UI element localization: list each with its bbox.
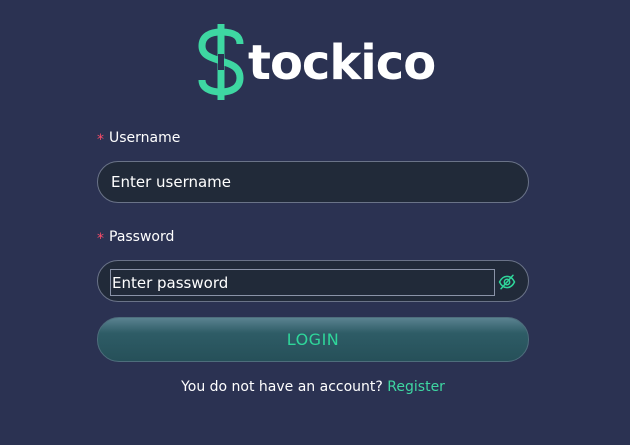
password-label: * Password [97, 227, 529, 247]
brand-name: tockico [248, 35, 436, 91]
login-button[interactable]: LOGIN [97, 317, 529, 362]
username-label-text: Username [109, 130, 181, 146]
register-link[interactable]: Register [387, 379, 445, 395]
username-field-wrapper [97, 161, 529, 203]
register-prompt: You do not have an account? [181, 379, 383, 395]
brand-logo: tockico [196, 22, 436, 102]
password-input[interactable] [110, 269, 495, 296]
username-input[interactable] [98, 162, 528, 202]
eye-slash-icon[interactable] [498, 273, 516, 291]
register-row: You do not have an account? Register [97, 379, 529, 395]
password-field-wrapper [97, 260, 529, 302]
required-mark: * [97, 132, 104, 148]
dollar-logo-icon [198, 24, 244, 100]
username-label: * Username [97, 128, 529, 148]
login-form: * Username * Password LOGIN You do not h… [97, 128, 529, 395]
required-mark: * [97, 231, 104, 247]
password-label-text: Password [109, 229, 175, 245]
